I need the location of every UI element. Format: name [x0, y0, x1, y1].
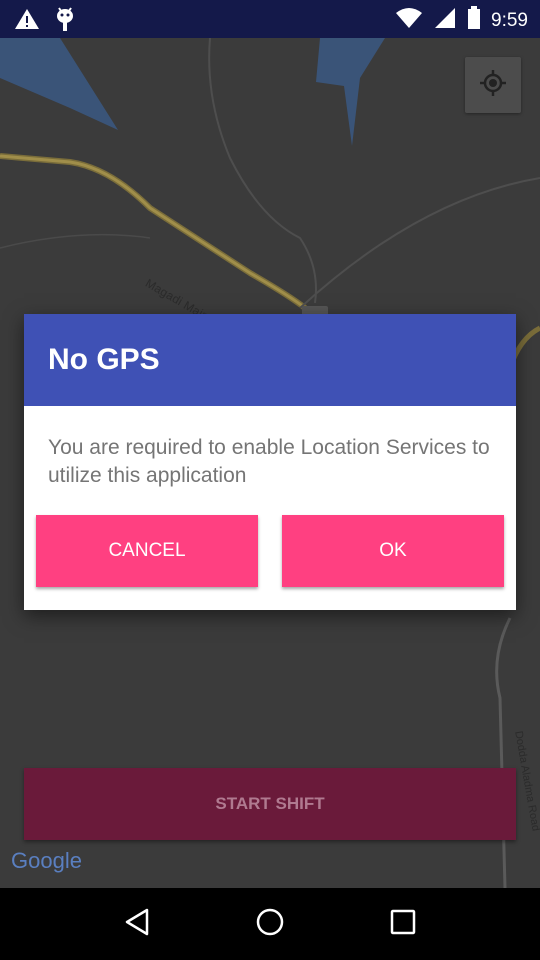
dialog-header: No GPS: [24, 314, 516, 406]
my-location-icon: [478, 68, 508, 103]
warning-icon: [14, 7, 40, 36]
cancel-button[interactable]: CANCEL: [36, 515, 258, 587]
wifi-icon: [395, 6, 423, 35]
dialog-title: No GPS: [48, 343, 160, 376]
recents-icon: [390, 909, 416, 940]
home-icon: [255, 907, 285, 942]
no-gps-dialog: No GPS You are required to enable Locati…: [24, 314, 516, 610]
google-logo: Google: [11, 848, 82, 873]
signal-icon: [433, 6, 457, 35]
dialog-message: You are required to enable Location Serv…: [48, 436, 490, 487]
start-shift-button[interactable]: START SHIFT: [24, 768, 516, 840]
nav-back-button[interactable]: [107, 894, 167, 954]
navigation-bar: [0, 888, 540, 960]
my-location-button[interactable]: [465, 57, 521, 113]
dialog-buttons: CANCEL OK: [36, 515, 504, 587]
status-time: 9:59: [491, 9, 528, 31]
android-debug-icon: [54, 6, 76, 37]
nav-recents-button[interactable]: [373, 894, 433, 954]
nav-home-button[interactable]: [240, 894, 300, 954]
back-icon: [123, 907, 151, 942]
battery-icon: [467, 6, 481, 35]
ok-button[interactable]: OK: [282, 515, 504, 587]
status-bar: 9:59: [0, 0, 540, 38]
